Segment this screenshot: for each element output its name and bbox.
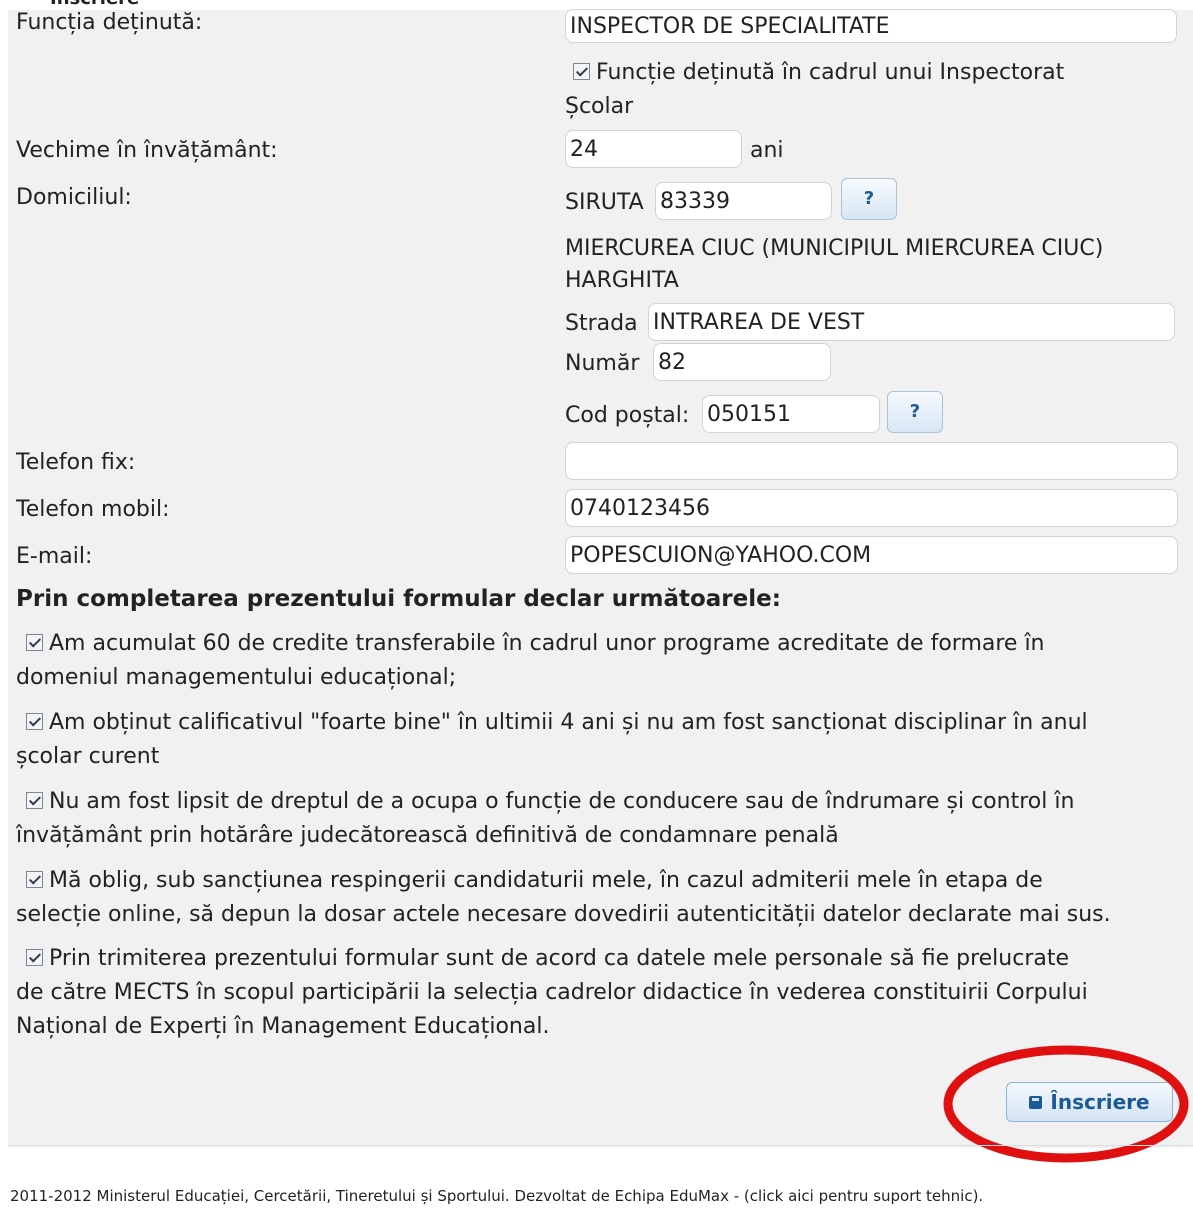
- declaratie-5-text-cont: de către MECTS în scopul participării la…: [16, 980, 1088, 1005]
- inspectorat-checkbox-label: Funcție deținută în cadrul unui Inspecto…: [596, 60, 1065, 85]
- telefon-fix-input[interactable]: [565, 442, 1178, 480]
- declaratie-1-text: Am acumulat 60 de credite transferabile …: [49, 631, 1045, 656]
- cod-postal-input[interactable]: [702, 395, 880, 433]
- declaratie-1-text-cont: domeniul managementului educațional;: [16, 665, 457, 690]
- declaratie-3: Nu am fost lipsit de dreptul de a ocupa …: [16, 785, 1176, 853]
- declaratie-5-checkbox[interactable]: [26, 949, 43, 966]
- inspectorat-checkbox-label-cont: Școlar: [565, 94, 634, 119]
- declaratie-2-text-cont: școlar curent: [16, 744, 160, 769]
- telefon-mobil-input[interactable]: [565, 489, 1178, 527]
- declaratie-5-text: Prin trimiterea prezentului formular sun…: [49, 946, 1070, 971]
- annotation-ellipse: [943, 1045, 1189, 1163]
- vechime-input[interactable]: [565, 130, 742, 168]
- siruta-input[interactable]: [655, 182, 832, 220]
- functia-input[interactable]: [565, 9, 1177, 43]
- vechime-label: Vechime în învățământ:: [16, 138, 278, 163]
- red-circle-annotation: [943, 1045, 1189, 1163]
- locality-line2: HARGHITA: [565, 268, 679, 293]
- declaratie-1-checkbox[interactable]: [26, 634, 43, 651]
- domiciliu-label: Domiciliul:: [16, 185, 132, 210]
- declaratie-4-text: Mă oblig, sub sancțiunea respingerii can…: [49, 868, 1043, 893]
- declaratie-2-checkbox[interactable]: [26, 713, 43, 730]
- declaratie-2: Am obținut calificativul "foarte bine" î…: [16, 706, 1176, 774]
- locality-line1: MIERCUREA CIUC (MUNICIPIUL MIERCUREA CIU…: [565, 236, 1104, 261]
- siruta-label: SIRUTA: [565, 190, 644, 215]
- declaratie-4-text-cont: selecție online, să depun la dosar actel…: [16, 902, 1111, 927]
- vechime-unit: ani: [750, 138, 784, 163]
- cod-postal-help-button[interactable]: ?: [887, 391, 943, 433]
- declaratie-4-checkbox[interactable]: [26, 871, 43, 888]
- numar-input[interactable]: [653, 343, 831, 381]
- declaratie-1: Am acumulat 60 de credite transferabile …: [16, 627, 1176, 695]
- strada-label: Strada: [565, 311, 638, 336]
- declaratie-4: Mă oblig, sub sancțiunea respingerii can…: [16, 864, 1176, 932]
- email-label: E-mail:: [16, 544, 93, 569]
- footer-text[interactable]: 2011-2012 Ministerul Educației, Cercetăr…: [10, 1187, 983, 1205]
- functia-label: Funcția deținută:: [16, 10, 203, 35]
- declaratie-5: Prin trimiterea prezentului formular sun…: [16, 942, 1176, 1044]
- telefon-fix-label: Telefon fix:: [16, 450, 136, 475]
- cod-postal-label: Cod poștal:: [565, 403, 690, 428]
- inspectorat-checkbox[interactable]: [573, 63, 590, 80]
- declaratie-3-text: Nu am fost lipsit de dreptul de a ocupa …: [49, 789, 1075, 814]
- siruta-help-button[interactable]: ?: [841, 178, 897, 220]
- footer-separator: [8, 1145, 1193, 1146]
- email-input[interactable]: [565, 536, 1178, 574]
- declaratii-title: Prin completarea prezentului formular de…: [16, 586, 781, 612]
- strada-input[interactable]: [648, 303, 1175, 341]
- declaratie-3-checkbox[interactable]: [26, 792, 43, 809]
- numar-label: Număr: [565, 351, 640, 376]
- telefon-mobil-label: Telefon mobil:: [16, 497, 170, 522]
- inspectorat-checkbox-row[interactable]: Funcție deținută în cadrul unui Inspecto…: [573, 60, 1064, 86]
- declaratie-3-text-cont: învățământ prin hotărâre judecătorească …: [16, 823, 839, 848]
- section-title-cut: Înscriere: [50, 0, 139, 10]
- declaratie-2-text: Am obținut calificativul "foarte bine" î…: [49, 710, 1088, 735]
